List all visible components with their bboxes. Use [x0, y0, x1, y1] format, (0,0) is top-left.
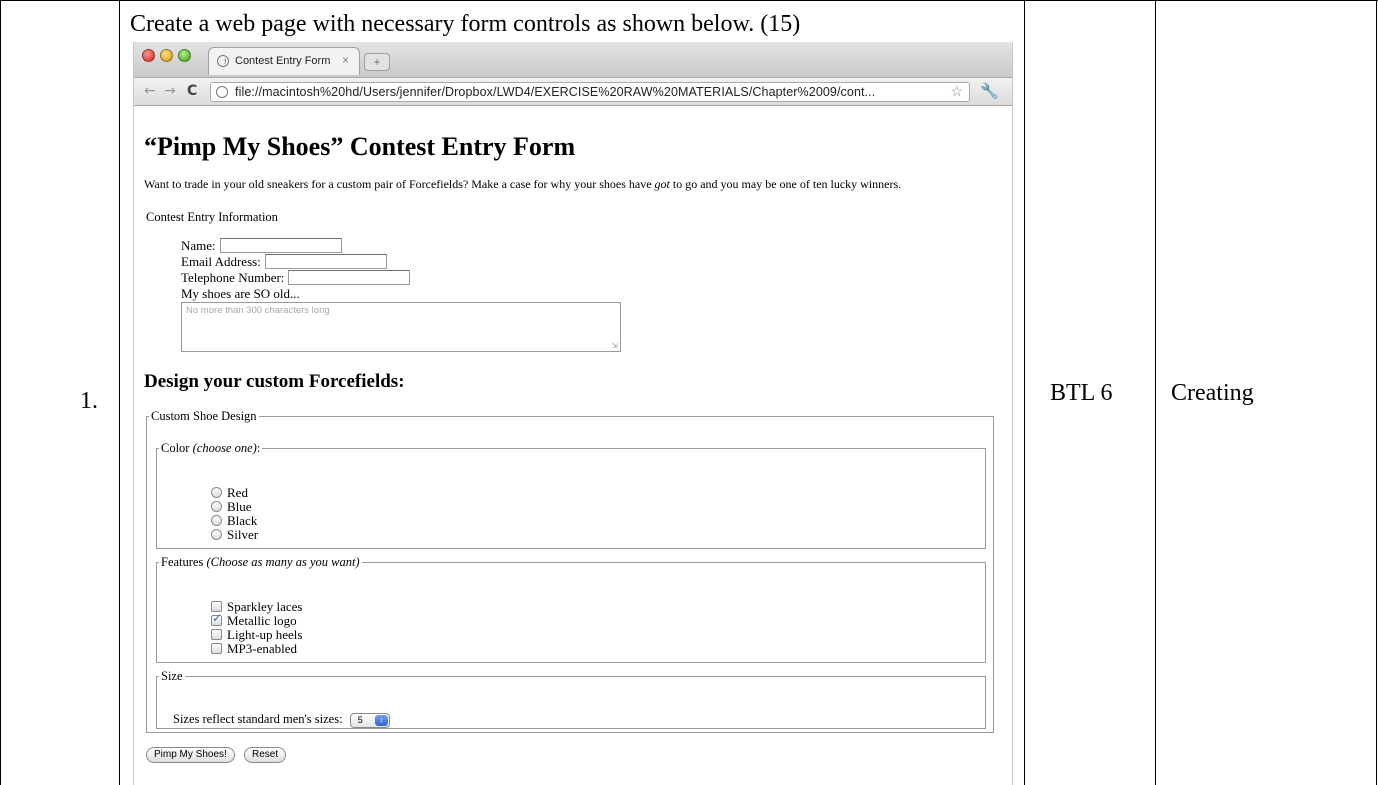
name-label: Name:	[181, 238, 216, 253]
color-option-label: Silver	[227, 527, 259, 542]
checkbox[interactable]	[211, 643, 222, 654]
color-option-silver[interactable]: Silver	[211, 528, 258, 542]
size-label: Sizes reflect standard men's sizes:	[173, 712, 343, 726]
color-option-label: Red	[227, 485, 248, 500]
forward-arrow-icon[interactable]: →	[164, 83, 176, 99]
checkbox-checked[interactable]	[211, 612, 222, 626]
size-select[interactable]: 5 ↕	[349, 712, 390, 728]
color-option-label: Black	[227, 513, 258, 528]
telephone-row: Telephone Number:	[181, 270, 411, 286]
feature-option-label: Light-up heels	[227, 627, 303, 642]
feature-option-label: Metallic logo	[227, 613, 297, 628]
window-minimize-icon[interactable]	[160, 49, 173, 62]
shoes-old-textarea[interactable]: No more than 300 characters long ⇲	[181, 302, 621, 352]
feature-option-mp3-enabled[interactable]: MP3-enabled	[211, 642, 297, 656]
browser-tab[interactable]: Contest Entry Form ×	[208, 47, 360, 75]
features-legend-text: Features	[161, 555, 207, 569]
name-input[interactable]	[219, 238, 342, 253]
table-column-divider-3	[1155, 0, 1156, 785]
email-label: Email Address:	[181, 254, 261, 269]
page-globe-icon	[216, 86, 228, 98]
reset-button[interactable]: Reset	[244, 747, 287, 763]
back-arrow-icon[interactable]: ←	[144, 83, 156, 99]
contest-info-legend: Contest Entry Information	[146, 210, 278, 224]
reload-icon[interactable]: C	[187, 83, 197, 99]
feature-option-metallic-logo[interactable]: Metallic logo	[211, 612, 297, 628]
table-left-border	[0, 0, 1, 785]
tab-close-icon[interactable]: ×	[342, 53, 349, 67]
table-column-divider-1	[119, 0, 120, 785]
feature-option-sparkley-laces[interactable]: Sparkley laces	[211, 600, 302, 614]
color-legend-colon: :	[256, 441, 261, 455]
email-input[interactable]	[264, 254, 387, 269]
name-row: Name:	[181, 238, 342, 254]
color-legend-hint: (choose one)	[192, 441, 257, 455]
radio-button[interactable]	[211, 515, 222, 526]
color-fieldset: Color (choose one): Red Blue Black Silve…	[156, 441, 986, 549]
table-column-divider-2	[1024, 0, 1025, 785]
table-right-border	[1376, 0, 1377, 785]
features-legend: Features (Choose as many as you want)	[159, 555, 362, 570]
address-bar[interactable]: file://macintosh%20hd/Users/jennifer/Dro…	[210, 82, 970, 102]
cognitive-level: Creating	[1171, 380, 1254, 406]
checkbox[interactable]	[211, 629, 222, 640]
intro-text-start: Want to trade in your old sneakers for a…	[144, 177, 655, 191]
window-close-icon[interactable]	[142, 49, 155, 62]
design-heading: Design your custom Forcefields:	[144, 371, 405, 392]
page-title: “Pimp My Shoes” Contest Entry Form	[144, 132, 576, 161]
color-option-black[interactable]: Black	[211, 514, 257, 528]
color-option-red[interactable]: Red	[211, 486, 248, 500]
shoes-old-label: My shoes are SO old...	[181, 286, 300, 301]
color-option-label: Blue	[227, 499, 252, 514]
custom-shoe-design-fieldset: Custom Shoe Design Color (choose one): R…	[146, 409, 994, 733]
window-maximize-icon[interactable]	[178, 49, 191, 62]
intro-text-end: to go and you may be one of ten lucky wi…	[669, 177, 902, 191]
color-option-blue[interactable]: Blue	[211, 500, 252, 514]
radio-button[interactable]	[211, 487, 222, 498]
features-fieldset: Features (Choose as many as you want) Sp…	[156, 555, 986, 663]
intro-emphasis: got	[654, 177, 670, 191]
browser-screenshot: Contest Entry Form × + ← → C file://maci…	[133, 42, 1013, 785]
size-row: Sizes reflect standard men's sizes: 5 ↕	[173, 712, 390, 728]
page-favicon-icon	[217, 55, 229, 67]
email-row: Email Address:	[181, 254, 387, 270]
document-table: Create a web page with necessary form co…	[0, 0, 1378, 785]
textarea-placeholder: No more than 300 characters long	[186, 305, 330, 316]
size-legend: Size	[161, 669, 183, 683]
tab-title: Contest Entry Form	[235, 55, 331, 67]
feature-option-label: Sparkley laces	[227, 599, 303, 614]
color-legend-text: Color	[161, 441, 193, 455]
resize-grip-icon[interactable]: ⇲	[611, 341, 618, 350]
address-bar-url: file://macintosh%20hd/Users/jennifer/Dro…	[235, 85, 876, 99]
size-fieldset: Size Sizes reflect standard men's sizes:…	[156, 669, 986, 729]
question-text: Create a web page with necessary form co…	[130, 11, 801, 37]
color-legend: Color (choose one):	[159, 441, 262, 456]
new-tab-button[interactable]: +	[364, 53, 390, 71]
bookmark-star-icon[interactable]: ☆	[950, 83, 963, 100]
size-selected-value: 5	[357, 714, 363, 725]
btl-level: BTL 6	[1050, 380, 1113, 406]
features-legend-hint: (Choose as many as you want)	[206, 555, 360, 569]
custom-shoe-design-legend: Custom Shoe Design	[151, 409, 257, 423]
table-top-rule	[0, 0, 1378, 1]
radio-button[interactable]	[211, 501, 222, 512]
feature-option-label: MP3-enabled	[227, 641, 298, 656]
submit-button[interactable]: Pimp My Shoes!	[146, 747, 235, 763]
wrench-menu-icon[interactable]: 🔧	[980, 82, 999, 100]
select-arrows-icon: ↕	[374, 714, 388, 726]
form-page: “Pimp My Shoes” Contest Entry Form Want …	[134, 106, 1012, 785]
intro-paragraph: Want to trade in your old sneakers for a…	[144, 178, 1004, 190]
feature-option-light-up-heels[interactable]: Light-up heels	[211, 628, 302, 642]
question-number: 1.	[80, 388, 98, 414]
browser-tab-bar: Contest Entry Form × +	[134, 42, 1012, 78]
browser-toolbar: ← → C file://macintosh%20hd/Users/jennif…	[134, 78, 1012, 106]
telephone-input[interactable]	[288, 270, 411, 285]
telephone-label: Telephone Number:	[181, 270, 285, 285]
shoes-old-row: My shoes are SO old...	[181, 286, 300, 302]
radio-button[interactable]	[211, 529, 222, 540]
